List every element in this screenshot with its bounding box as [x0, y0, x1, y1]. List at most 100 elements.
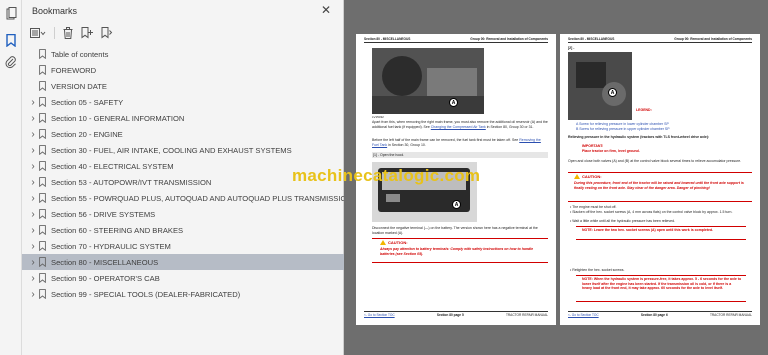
chevron-right-icon[interactable]: ›: [29, 209, 37, 220]
bookmark-row[interactable]: › Section 20 - ENGINE: [22, 126, 344, 142]
delete-bookmark-icon[interactable]: [63, 26, 73, 40]
photo-callout-a: A: [608, 88, 617, 97]
panel-title: Bookmarks: [32, 6, 78, 16]
valve-block-photo: A: [568, 52, 632, 120]
bookmark-icon: [39, 49, 46, 59]
section-toc-link[interactable]: <- Go to Section TOC: [568, 313, 599, 317]
chevron-right-icon[interactable]: ›: [29, 161, 37, 172]
bookmark-label: VERSION DATE: [51, 81, 107, 91]
bookmark-icon: [39, 225, 46, 235]
note-rule-top: [576, 226, 746, 227]
photo-callout-a: A: [449, 98, 458, 107]
bookmark-label: Section 10 - GENERAL INFORMATION: [51, 113, 185, 123]
bookmark-row[interactable]: › Section 70 - HYDRAULIC SYSTEM: [22, 238, 344, 254]
list-item: • The engine must be shut off.: [570, 205, 617, 209]
chevron-right-icon[interactable]: ›: [29, 273, 37, 284]
bookmark-label: Table of contents: [51, 49, 109, 59]
bookmark-row[interactable]: › Section 80 - MISCELLANEOUS: [22, 254, 344, 270]
page-number: Section 80 page 6: [640, 313, 668, 317]
chevron-right-icon[interactable]: ›: [29, 241, 37, 252]
page-thumbnails-icon[interactable]: [4, 6, 18, 20]
chevron-right-icon[interactable]: ›: [29, 113, 37, 124]
warning-triangle-icon: [380, 240, 386, 246]
chevron-right-icon[interactable]: ›: [29, 289, 37, 300]
note-rule-bottom: [576, 239, 746, 240]
list-item: • Wait a little while until all the hydr…: [570, 219, 675, 223]
paragraph-fuel-tank: Before the left half of the main frame c…: [372, 138, 541, 147]
legend-item-b: B Screw for relieving pressure in upper …: [576, 127, 670, 131]
relieve-pressure-heading: Relieving pressure in the hydraulic syst…: [568, 135, 710, 139]
bookmark-row[interactable]: › Section 10 - GENERAL INFORMATION: [22, 110, 344, 126]
bookmark-row[interactable]: › Section 55 - POWRQUAD PLUS, AUTOQUAD AN…: [22, 190, 357, 206]
bookmark-icon: [39, 177, 46, 187]
page-footer: <- Go to Section TOC Section 80 page 5 T…: [364, 313, 548, 317]
bookmark-label: Section 53 - AUTOPOWR/IVT TRANSMISSION: [51, 177, 212, 187]
list-item: • Retighten the hex. socket screws.: [570, 268, 625, 272]
bookmark-row[interactable]: › Section 05 - SAFETY: [22, 94, 344, 110]
page-header: Section 80 - MISCELLANEOUS Group 00: Rem…: [568, 37, 752, 41]
bookmark-icon: [39, 129, 46, 139]
bookmark-row[interactable]: VERSION DATE: [22, 78, 344, 94]
bookmark-icon[interactable]: [4, 33, 18, 47]
bookmarks-toolbar: [30, 25, 113, 41]
legend-item-a: A Screw for relieving pressure in lower …: [576, 122, 669, 126]
page-number: Section 80 page 5: [436, 313, 464, 317]
expand-bookmark-icon[interactable]: [101, 26, 113, 40]
header-section: Section 80 - MISCELLANEOUS: [364, 37, 411, 41]
caution-rule-bottom: [568, 201, 752, 202]
bookmark-label: FOREWORD: [51, 65, 97, 75]
legend-title: LEGEND:: [636, 108, 652, 112]
chevron-right-icon[interactable]: ›: [29, 225, 37, 236]
bookmark-icon: [39, 209, 46, 219]
footer-rule: [568, 311, 752, 312]
bookmark-label: Section 80 - MISCELLANEOUS: [51, 257, 159, 267]
chevron-right-icon[interactable]: ›: [29, 145, 37, 156]
bookmark-label: Section 70 - HYDRAULIC SYSTEM: [51, 241, 171, 251]
bookmark-row[interactable]: › Section 56 - DRIVE SYSTEMS: [22, 206, 344, 222]
bookmark-row[interactable]: › Section 60 - STEERING AND BRAKES: [22, 222, 344, 238]
watermark-text: machinecatalogic.com: [292, 166, 481, 185]
chevron-right-icon[interactable]: ›: [29, 193, 37, 204]
important-text: Place tractor on firm, level ground.: [582, 149, 640, 153]
note-rule-top: [576, 275, 746, 276]
chevron-right-icon[interactable]: ›: [29, 177, 37, 188]
bookmark-label: Section 40 - ELECTRICAL SYSTEM: [51, 161, 174, 171]
bookmark-label: Section 60 - STEERING AND BRAKES: [51, 225, 184, 235]
caution-text: Always pay attention to battery terminal…: [380, 247, 534, 256]
options-menu-icon[interactable]: [30, 26, 46, 40]
step-open-hood: [1] - Open the hood.: [373, 153, 405, 157]
caution-rule-bottom: [372, 262, 548, 263]
bookmark-row[interactable]: FOREWORD: [22, 62, 344, 78]
page-header: Section 80 - MISCELLANEOUS Group 00: Rem…: [364, 37, 548, 41]
bookmark-row[interactable]: › Section 30 - FUEL, AIR INTAKE, COOLING …: [22, 142, 344, 158]
bookmark-icon: [39, 97, 46, 107]
important-title: IMPORTANT:: [582, 144, 604, 148]
page-6: Section 80 - MISCELLANEOUS Group 00: Rem…: [560, 34, 760, 325]
header-rule: [568, 42, 752, 43]
bookmark-label: Section 30 - FUEL, AIR INTAKE, COOLING A…: [51, 145, 292, 155]
close-icon[interactable]: ✕: [319, 3, 333, 17]
caution-rule-top: [372, 238, 548, 239]
bookmark-icon: [39, 241, 46, 251]
new-bookmark-icon[interactable]: [81, 26, 93, 40]
chevron-right-icon[interactable]: ›: [29, 257, 37, 268]
bookmark-label: Section 05 - SAFETY: [51, 97, 124, 107]
bookmark-row[interactable]: › Section 99 - SPECIAL TOOLS (DEALER-FABR…: [22, 286, 344, 302]
bookmark-icon: [39, 81, 46, 91]
step-label: [2] -: [568, 46, 575, 50]
header-group: Group 00: Removal and Installation of Co…: [674, 37, 752, 41]
manual-title: TRACTOR REPAIR MANUAL: [709, 313, 752, 317]
paragraph-open-close-valves: Open and close both valves (A) and (B) a…: [568, 159, 742, 163]
caution-heading: CAUTION:: [574, 174, 602, 180]
bookmark-row[interactable]: Table of contents: [22, 46, 344, 62]
chevron-right-icon[interactable]: ›: [29, 129, 37, 140]
bookmark-icon: [39, 161, 46, 171]
section-toc-link[interactable]: <- Go to Section TOC: [364, 313, 395, 317]
attachment-icon[interactable]: [4, 55, 18, 69]
chevron-right-icon[interactable]: ›: [29, 97, 37, 108]
bookmark-row[interactable]: › Section 90 - OPERATOR'S CAB: [22, 270, 344, 286]
bookmark-icon: [39, 273, 46, 283]
bookmark-label: Section 20 - ENGINE: [51, 129, 123, 139]
bookmark-label: Section 90 - OPERATOR'S CAB: [51, 273, 160, 283]
note-rule-bottom: [576, 301, 746, 302]
